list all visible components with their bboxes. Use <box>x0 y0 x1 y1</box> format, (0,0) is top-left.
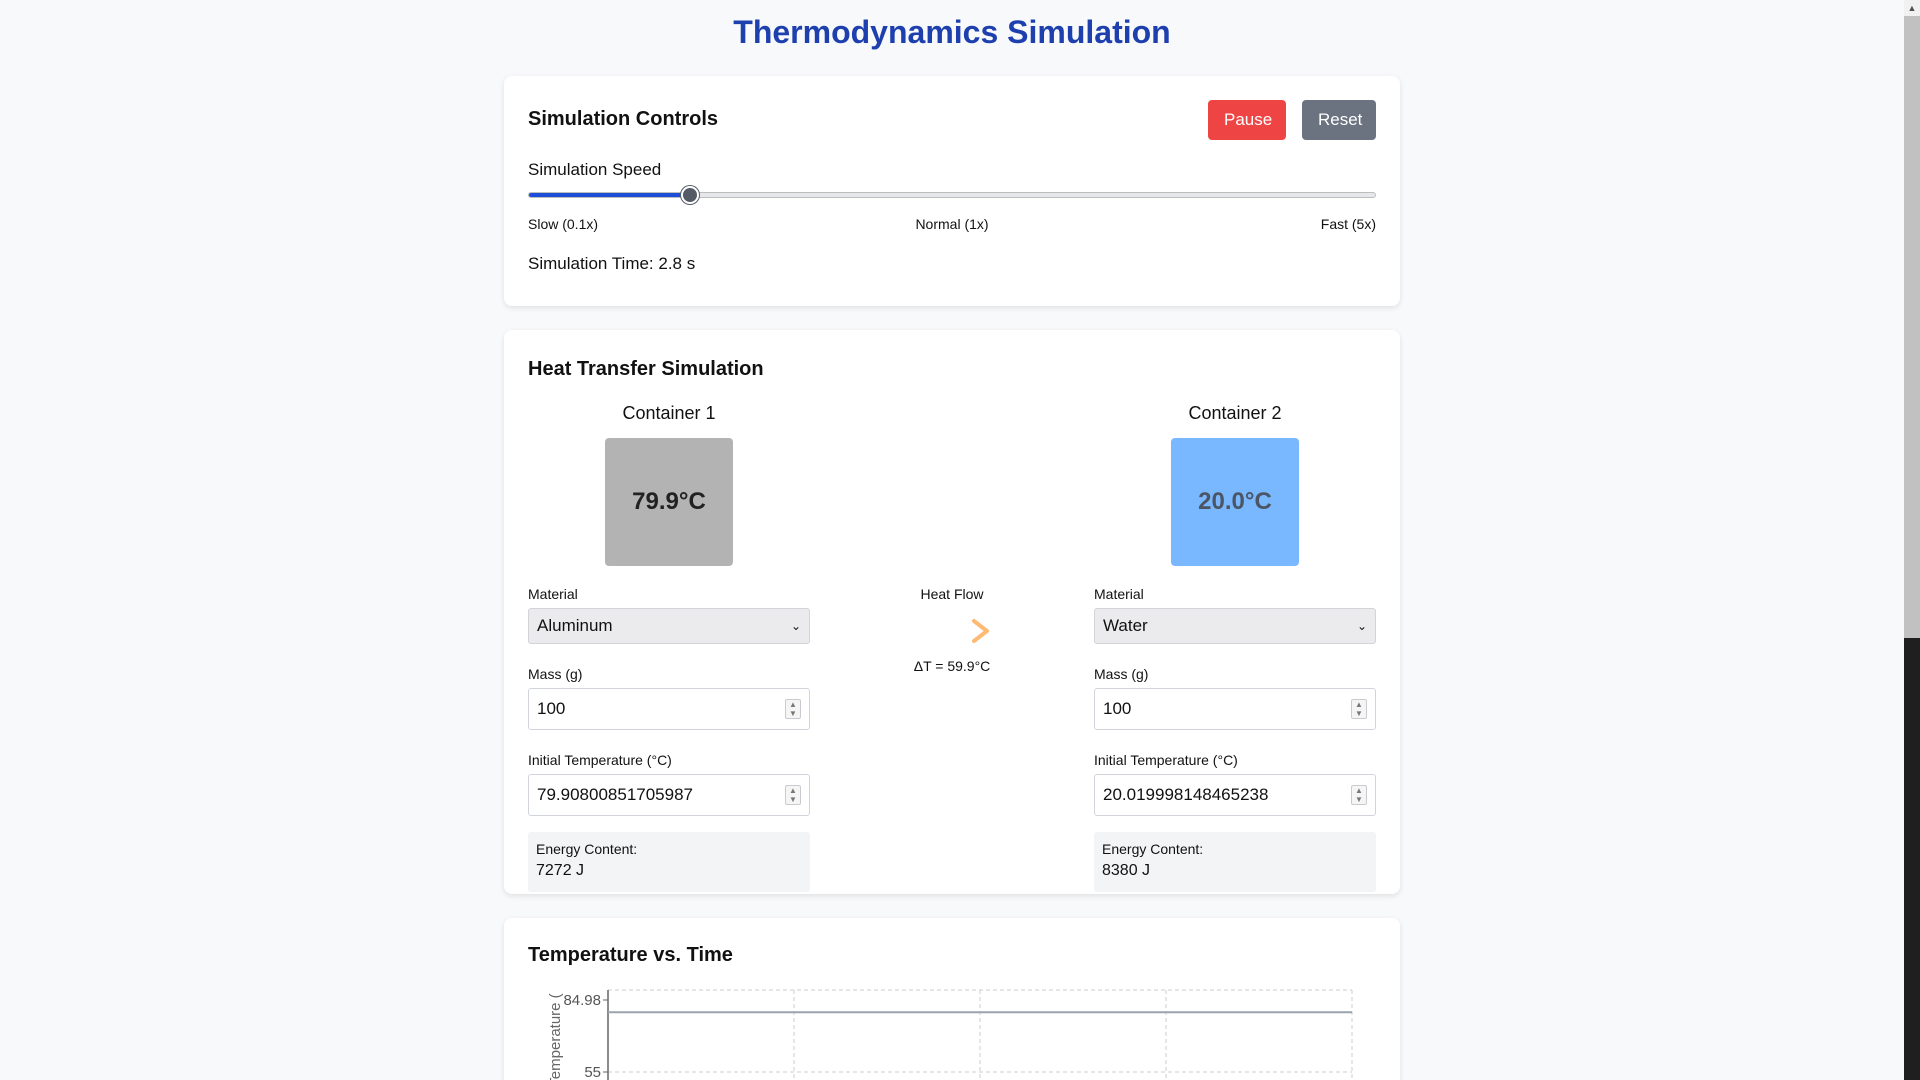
container-2-mass-label: Mass (g) <box>1094 666 1149 682</box>
container-2-energy-box: Energy Content: 8380 J <box>1094 832 1376 892</box>
temperature-chart: 84.98 55 Temperature ( <box>547 989 1353 1080</box>
container-2-title: Container 2 <box>1188 403 1282 423</box>
heat-flow-label: Heat Flow <box>920 586 984 602</box>
arrow-right-icon <box>912 619 989 643</box>
y-tick-label: 84.98 <box>563 992 601 1009</box>
container-1-temperature-box: 79.9°C <box>605 438 733 566</box>
scrollbar-track-lower <box>1904 638 1920 1080</box>
chart-title: Temperature vs. Time <box>528 944 733 966</box>
scrollbar[interactable]: ▲ <box>1904 0 1920 1080</box>
container-1: Container 1 79.9°C Material Aluminum ⌄ M… <box>528 402 810 892</box>
heat-flow-indicator: Heat Flow ΔT = 59.9°C <box>852 586 1052 674</box>
container-1-initial-temp-input[interactable]: 79.90800851705987 ▲ ▼ <box>528 774 810 816</box>
page: Thermodynamics Simulation Simulation Con… <box>0 0 1920 1080</box>
heat-transfer-card: Heat Transfer Simulation Container 1 79.… <box>504 330 1400 894</box>
speed-tick-fast: Fast (5x) <box>1320 216 1376 232</box>
speed-slider[interactable] <box>528 186 1376 204</box>
pause-button[interactable]: Pause <box>1208 100 1286 140</box>
delta-temperature: ΔT = 59.9°C <box>913 658 991 674</box>
container-1-energy-value: 7272 J <box>536 862 585 879</box>
chevron-down-icon: ⌄ <box>1356 619 1367 633</box>
container-1-title: Container 1 <box>622 403 716 423</box>
chevron-down-icon: ⌄ <box>790 619 801 633</box>
container-1-material-label: Material <box>528 586 578 602</box>
scroll-up-icon[interactable]: ▲ <box>1904 0 1920 16</box>
container-2: Container 2 20.0°C Material Water ⌄ Mass… <box>1094 402 1376 892</box>
simulation-time: Simulation Time: 2.8 s <box>528 254 696 273</box>
scrollbar-thumb[interactable] <box>1904 16 1920 638</box>
speed-label: Simulation Speed <box>528 160 662 179</box>
page-title: Thermodynamics Simulation <box>733 14 1171 50</box>
container-2-energy-value: 8380 J <box>1102 862 1151 879</box>
spinner-icon[interactable]: ▲ ▼ <box>785 699 801 719</box>
container-2-temperature-box: 20.0°C <box>1171 438 1299 566</box>
container-2-mass-value: 100 <box>1103 699 1132 718</box>
container-1-material-value: Aluminum <box>537 616 613 635</box>
container-1-initial-temp-value: 79.90800851705987 <box>537 785 693 804</box>
container-1-mass-label: Mass (g) <box>528 666 583 682</box>
container-1-initial-temp-label: Initial Temperature (°C) <box>528 752 672 768</box>
spinner-icon[interactable]: ▲ ▼ <box>785 785 801 805</box>
container-1-material-select[interactable]: Aluminum ⌄ <box>528 608 810 644</box>
container-2-material-value: Water <box>1103 616 1148 635</box>
simulation-controls-card: Simulation Controls Pause Reset Simulati… <box>504 76 1400 306</box>
speed-slider-fill <box>529 193 690 197</box>
container-2-material-select[interactable]: Water ⌄ <box>1094 608 1376 644</box>
controls-title: Simulation Controls <box>528 108 718 130</box>
container-2-energy-label: Energy Content: <box>1102 841 1204 857</box>
container-2-mass-input[interactable]: 100 ▲ ▼ <box>1094 688 1376 730</box>
speed-slider-thumb[interactable] <box>680 186 699 204</box>
reset-button[interactable]: Reset <box>1302 100 1376 140</box>
y-tick-label: 55 <box>584 1064 601 1080</box>
spinner-icon[interactable]: ▲ ▼ <box>1351 699 1367 719</box>
container-2-initial-temp-input[interactable]: 20.019998148465238 ▲ ▼ <box>1094 774 1376 816</box>
heat-transfer-title: Heat Transfer Simulation <box>528 358 764 380</box>
container-2-initial-temp-label: Initial Temperature (°C) <box>1094 752 1238 768</box>
container-1-energy-label: Energy Content: <box>536 841 638 857</box>
container-1-energy-box: Energy Content: 7272 J <box>528 832 810 892</box>
container-1-mass-value: 100 <box>537 699 566 718</box>
speed-tick-normal: Normal (1x) <box>915 216 989 232</box>
container-2-material-label: Material <box>1094 586 1144 602</box>
temperature-chart-card: Temperature vs. Time 84.98 55 Temperature … <box>504 918 1400 1080</box>
container-1-mass-input[interactable]: 100 ▲ ▼ <box>528 688 810 730</box>
container-2-initial-temp-value: 20.019998148465238 <box>1103 785 1269 804</box>
y-axis-label: Temperature ( <box>547 993 564 1080</box>
spinner-icon[interactable]: ▲ ▼ <box>1351 785 1367 805</box>
